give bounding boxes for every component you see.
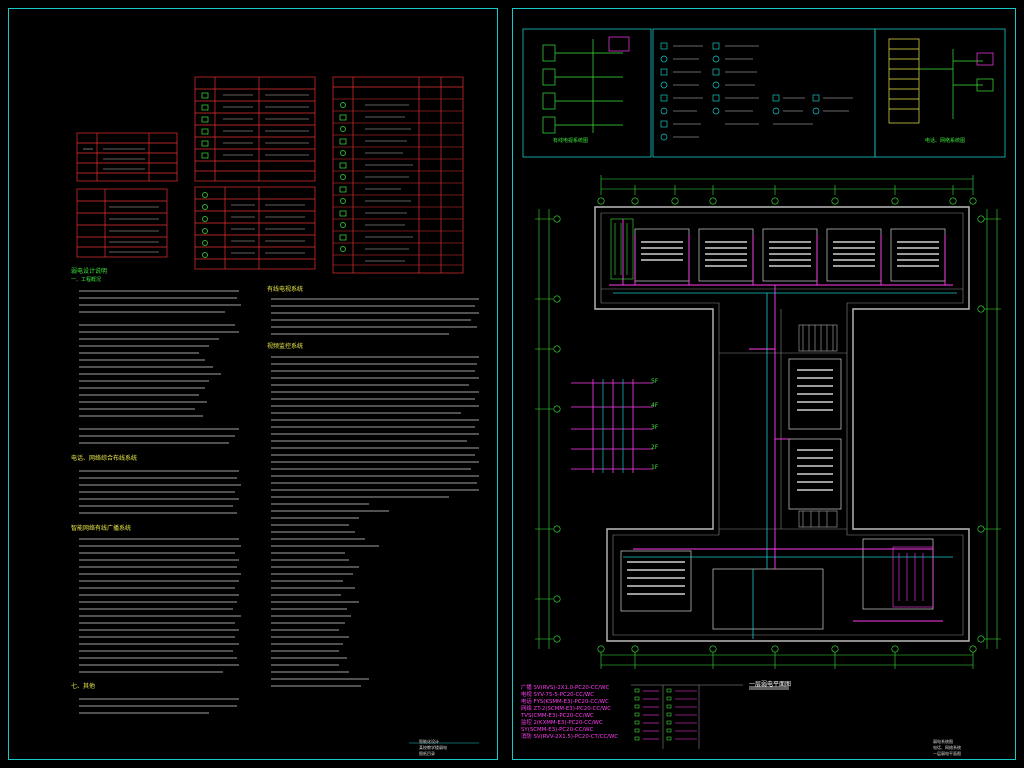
plan-title: 一层弱电平面图 (749, 681, 792, 688)
legend-item: TVS(CMM-E3)-PC20-CC/WC (521, 713, 594, 719)
legend-item: 广播 SV(RVS)-2X1.0-PC20-CC/WC (521, 685, 610, 691)
left-sheet-graphics (76, 76, 479, 744)
legend-item: 消防 SV(RVV-2X1.5)-PC20-CT/CC/WC (521, 734, 619, 740)
heading-design-notes: 弱电设计说明 (71, 268, 108, 275)
legend-item: 监控 2(KXMM-E3)-PC20-CC/WC (521, 720, 603, 726)
floor-label-2f: 2F (651, 444, 659, 451)
heading-network: 电话、网络综合布线系统 (71, 455, 138, 462)
floor-label-3f: 3F (651, 424, 659, 431)
legend-item: 网络 ZT-2(SCMM-E3)-PC20-CC/WC (521, 706, 612, 712)
left-title-line-3: 图纸目录 (419, 751, 435, 756)
heading-cable-tv: 有线电视系统 (267, 286, 304, 293)
right-title-block: 弱电系统图 电话、网络系统 一层弱电平面图 (933, 739, 961, 757)
right-sheet-graphics (522, 28, 1006, 749)
cable-legend: 广播 SV(RVS)-2X1.0-PC20-CC/WC 电视 SYV-75-5-… (521, 685, 618, 741)
tv-system-caption: 有线电视系统图 (553, 138, 589, 144)
heading-broadcast: 智能网络有线广播系统 (71, 525, 132, 532)
legend-item: 电视 SYV-75-5-PC20-CC/WC (521, 692, 594, 698)
legend-item: SY(SCMM-E3)-PC20-CC/WC (521, 727, 594, 733)
floor-label-1f: 1F (651, 464, 659, 471)
right-title-line-3: 一层弱电平面图 (933, 751, 961, 756)
left-title-block: 智能化设计 某校教学楼弱电 图纸目录 (419, 739, 447, 757)
heading-general: 一、工程概况 (71, 277, 102, 283)
heading-monitor: 视频监控系统 (267, 343, 304, 350)
network-system-caption: 电话、网络系统图 (925, 138, 966, 144)
right-drawing-sheet: 有线电视系统图 电话、网络系统图 5F 4F 3F 2F 1F 一层弱电平面图 … (512, 8, 1016, 760)
floor-label-5f: 5F (651, 378, 659, 385)
left-drawing-sheet: 弱电设计说明 一、工程概况 电话、网络综合布线系统 智能网络有线广播系统 七、其… (8, 8, 498, 760)
legend-item: 电话 FYS(KSMM-E3)-PC20-CC/WC (521, 699, 609, 705)
floor-label-4f: 4F (651, 402, 659, 409)
heading-notes: 七、其他 (71, 683, 96, 690)
